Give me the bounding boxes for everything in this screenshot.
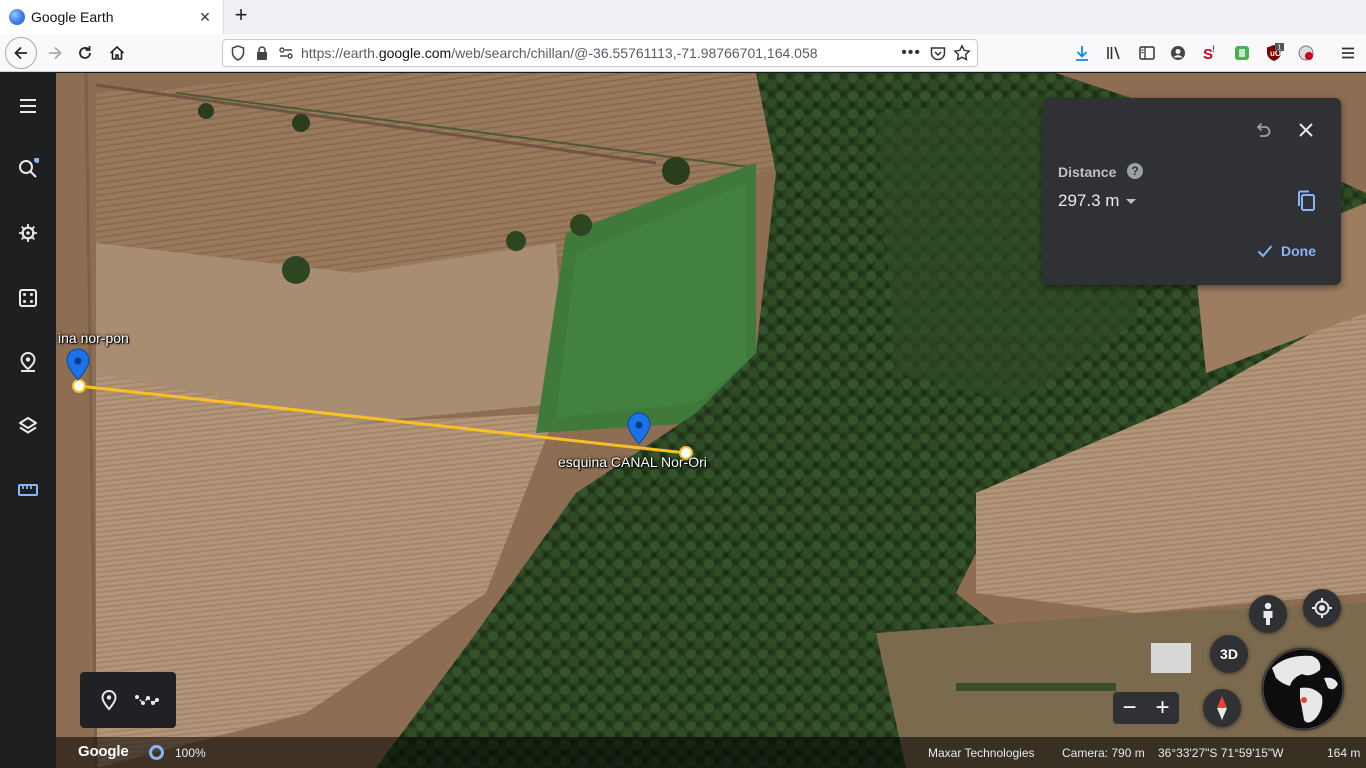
camera-altitude: Camera: 790 m <box>1062 746 1145 760</box>
add-placemark-button[interactable] <box>97 688 121 712</box>
browser-tab-bar: Google Earth × + <box>0 0 1366 34</box>
my-location-button[interactable] <box>1303 589 1341 627</box>
map-style-button[interactable] <box>12 410 44 442</box>
url-bar[interactable]: https://earth.google.com/web/search/chil… <box>222 39 978 67</box>
distance-value[interactable]: 297.3 m <box>1058 191 1119 211</box>
zoom-control: − + <box>1113 692 1179 724</box>
placemark-label[interactable]: esquina CANAL Nor-Ori <box>558 454 707 470</box>
unit-dropdown-caret-icon[interactable] <box>1126 199 1136 204</box>
compass-needle-icon <box>1217 696 1227 720</box>
lock-icon[interactable] <box>253 44 271 62</box>
url-text: https://earth.google.com/web/search/chil… <box>301 45 818 61</box>
zoom-in-button[interactable]: + <box>1146 692 1179 724</box>
voyager-ship-wheel-icon <box>19 224 37 242</box>
place-pin-icon <box>20 351 36 372</box>
map-scale[interactable]: 164 m <box>1327 746 1360 760</box>
hamburger-menu-icon[interactable] <box>1338 43 1358 63</box>
street-view-button[interactable] <box>1249 595 1287 633</box>
undo-button[interactable] <box>1251 118 1275 142</box>
placemark-pin-icon[interactable] <box>66 348 90 381</box>
pocket-icon[interactable] <box>929 45 947 68</box>
shield-icon[interactable] <box>229 44 247 62</box>
distance-label: Distance <box>1058 164 1117 180</box>
layers-icon <box>19 417 37 434</box>
extension-globe-icon[interactable] <box>1296 43 1316 63</box>
placemark-pin-icon[interactable] <box>627 412 651 445</box>
library-icon[interactable] <box>1104 43 1124 63</box>
forward-button[interactable] <box>40 38 70 68</box>
new-tab-button[interactable]: + <box>230 4 252 27</box>
copy-icon <box>1298 190 1315 211</box>
copy-button[interactable] <box>1293 188 1319 214</box>
page-actions-icon[interactable]: ••• <box>901 44 921 62</box>
extension-puzzle-icon[interactable] <box>1232 43 1252 63</box>
cursor-coordinates: 36°33'27"S 71°59'15"W <box>1158 746 1284 760</box>
loading-percent: 100% <box>175 746 206 760</box>
extension-s-icon[interactable]: S! <box>1200 43 1220 63</box>
imagery-attribution[interactable]: Maxar Technologies <box>928 746 1035 760</box>
voyager-button[interactable] <box>12 217 44 249</box>
home-button[interactable] <box>102 38 132 68</box>
earth-sidebar <box>0 73 56 768</box>
loading-ring-icon <box>149 745 164 760</box>
add-path-button[interactable] <box>135 688 159 712</box>
drawing-tools <box>80 672 176 728</box>
account-icon[interactable] <box>1168 43 1188 63</box>
reload-button[interactable] <box>70 38 100 68</box>
search-icon <box>19 158 39 178</box>
checkmark-icon <box>1257 245 1273 258</box>
feeling-lucky-button[interactable] <box>12 282 44 314</box>
pegman-icon <box>1263 602 1273 625</box>
close-tab-icon[interactable]: × <box>195 7 215 27</box>
svg-text:1: 1 <box>1278 45 1282 52</box>
globe-icon <box>1262 648 1344 730</box>
back-button[interactable] <box>5 37 37 69</box>
toggle-3d-button[interactable]: 3D <box>1210 635 1248 673</box>
tab-title: Google Earth <box>31 9 114 25</box>
compass-button[interactable] <box>1203 689 1241 727</box>
projects-button[interactable] <box>12 346 44 378</box>
browser-nav-bar: https://earth.google.com/web/search/chil… <box>0 34 1366 72</box>
menu-button[interactable] <box>12 90 44 122</box>
permissions-icon[interactable] <box>277 44 295 62</box>
google-earth-favicon-icon <box>9 9 25 25</box>
distance-panel: Distance ? 297.3 m Done <box>1043 98 1341 285</box>
undo-icon <box>1256 122 1271 137</box>
help-icon[interactable]: ? <box>1127 163 1143 179</box>
sidebar-toggle-icon[interactable] <box>1137 43 1157 63</box>
measure-button[interactable] <box>12 474 44 506</box>
reload-icon <box>79 46 91 59</box>
mini-globe[interactable] <box>1262 648 1344 730</box>
downloads-icon[interactable] <box>1072 43 1092 63</box>
dice-icon <box>19 289 37 307</box>
home-icon <box>109 45 125 60</box>
menu-icon <box>20 99 36 113</box>
google-logo: Google <box>78 743 129 760</box>
zoom-out-button[interactable]: − <box>1113 692 1146 724</box>
svg-text:!: ! <box>1212 44 1215 54</box>
done-button[interactable]: Done <box>1257 243 1316 259</box>
bookmark-star-icon[interactable] <box>953 44 971 67</box>
close-icon <box>1299 123 1313 137</box>
close-button[interactable] <box>1294 118 1318 142</box>
placemark-icon <box>101 689 117 711</box>
status-bar: Google 100% Maxar Technologies Camera: 7… <box>56 737 1366 768</box>
search-button[interactable] <box>12 153 44 185</box>
placemark-label[interactable]: ina nor-pon <box>58 330 129 346</box>
ublock-origin-icon[interactable]: uO 1 <box>1264 43 1284 63</box>
my-location-icon <box>1312 598 1332 618</box>
arrow-left-icon <box>14 46 27 60</box>
path-icon <box>135 695 159 705</box>
done-label: Done <box>1281 243 1316 259</box>
measure-point-start[interactable] <box>72 379 86 393</box>
arrow-right-icon <box>49 46 62 60</box>
browser-tab[interactable]: Google Earth × <box>0 0 224 34</box>
measure-line <box>78 384 687 455</box>
ruler-icon <box>18 484 38 496</box>
